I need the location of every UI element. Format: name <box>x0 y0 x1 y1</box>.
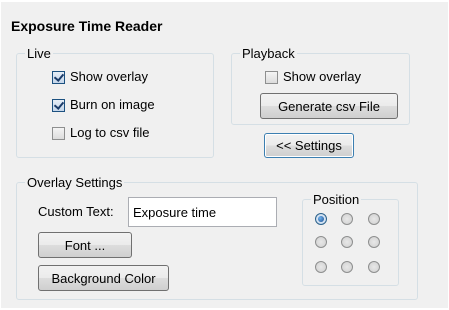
position-bottom-right-radio[interactable] <box>368 261 380 273</box>
position-middle-left-radio[interactable] <box>315 236 327 248</box>
exposure-time-reader-panel: Exposure Time Reader Live Show overlay B… <box>1 2 448 308</box>
live-group-legend: Live <box>27 46 51 61</box>
position-group-legend: Position <box>313 192 360 207</box>
generate-csv-file-button[interactable]: Generate csv File <box>260 93 398 119</box>
custom-text-input[interactable] <box>128 197 277 227</box>
position-top-right-radio[interactable] <box>368 213 380 225</box>
live-show-overlay-label[interactable]: Show overlay <box>70 69 148 84</box>
playback-show-overlay-checkbox[interactable] <box>265 71 278 84</box>
position-bottom-left-radio[interactable] <box>315 261 327 273</box>
burn-on-image-checkbox[interactable] <box>52 99 65 112</box>
settings-toggle-button[interactable]: << Settings <box>264 133 354 158</box>
playback-group-legend: Playback <box>242 46 295 61</box>
overlay-settings-legend: Overlay Settings <box>27 175 123 190</box>
custom-text-label: Custom Text: <box>38 204 114 219</box>
position-bottom-center-radio[interactable] <box>341 261 353 273</box>
position-middle-center-radio[interactable] <box>341 236 353 248</box>
log-to-csv-checkbox[interactable] <box>52 127 65 140</box>
panel-title: Exposure Time Reader <box>11 18 163 34</box>
log-to-csv-label[interactable]: Log to csv file <box>70 125 150 140</box>
font-button[interactable]: Font ... <box>38 232 132 258</box>
position-middle-right-radio[interactable] <box>368 236 380 248</box>
playback-show-overlay-label[interactable]: Show overlay <box>283 69 361 84</box>
live-show-overlay-checkbox[interactable] <box>52 71 65 84</box>
position-top-center-radio[interactable] <box>341 213 353 225</box>
position-top-left-radio[interactable] <box>315 213 327 225</box>
burn-on-image-label[interactable]: Burn on image <box>70 97 155 112</box>
background-color-button[interactable]: Background Color <box>38 265 169 291</box>
